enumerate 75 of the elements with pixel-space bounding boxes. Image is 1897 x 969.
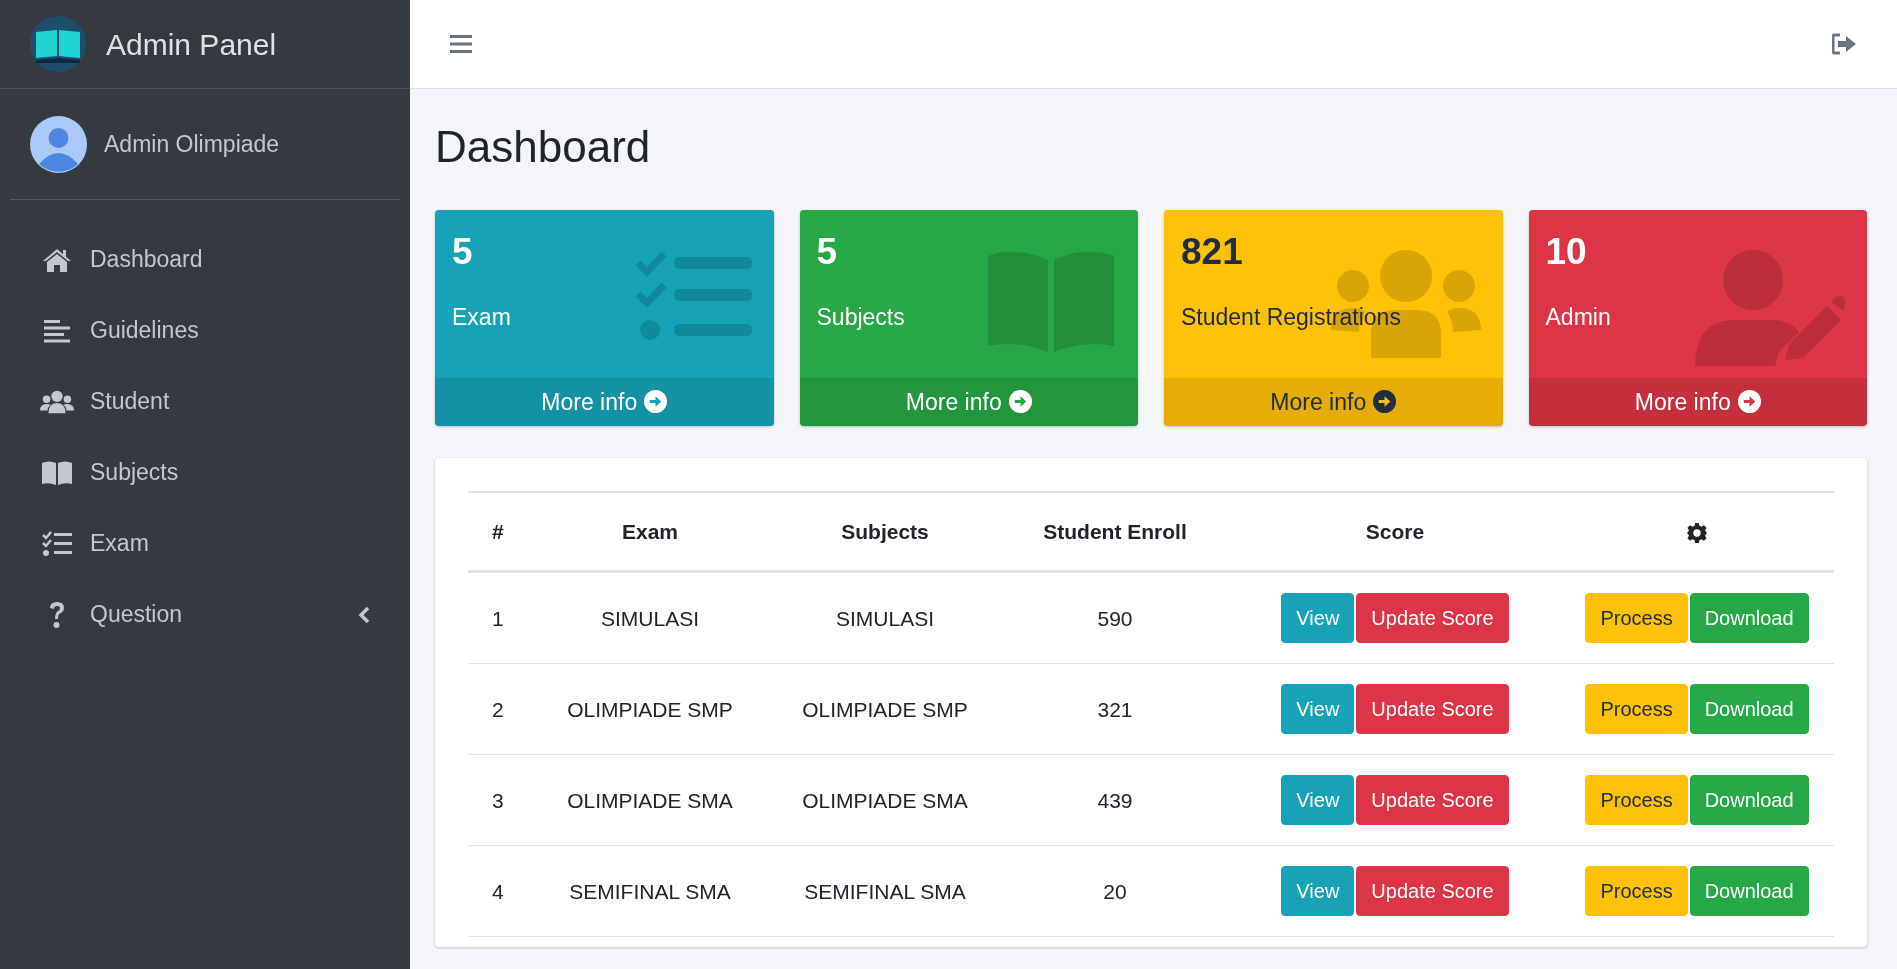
- stat-label: Student Registrations: [1181, 303, 1402, 333]
- column-header: Score: [1230, 491, 1560, 572]
- sidebar-item[interactable]: Guidelines: [10, 295, 400, 366]
- view-button[interactable]: View: [1281, 684, 1355, 735]
- menu-icon[interactable]: [450, 34, 472, 54]
- table-cell: OLIMPIADE SMA: [567, 788, 733, 812]
- sign-out-icon[interactable]: [1832, 33, 1857, 55]
- process-button[interactable]: Process: [1585, 775, 1688, 826]
- sidebar-item[interactable]: Subjects: [10, 437, 400, 508]
- stat-value: 5: [452, 229, 474, 274]
- stat-value: 821: [1181, 229, 1244, 274]
- download-button[interactable]: Download: [1689, 684, 1809, 735]
- process-button[interactable]: Process: [1585, 593, 1688, 644]
- user-name[interactable]: Admin Olimpiade: [104, 126, 280, 162]
- table-cell: 3: [492, 788, 504, 812]
- more-info-link[interactable]: More info: [1164, 377, 1503, 426]
- view-button[interactable]: View: [1281, 593, 1355, 644]
- update-score-button[interactable]: Update Score: [1356, 775, 1509, 826]
- download-button[interactable]: Download: [1689, 593, 1809, 644]
- table-cell: SEMIFINAL SMA: [569, 879, 731, 903]
- book-icon: [41, 459, 73, 486]
- download-button[interactable]: Download: [1689, 866, 1809, 917]
- table-cell: 439: [1097, 788, 1133, 812]
- table-cell: OLIMPIADE SMP: [567, 697, 733, 721]
- arrow-circle-right-icon: [1737, 390, 1761, 414]
- user-avatar: [30, 115, 87, 173]
- brand-title[interactable]: Admin Panel: [106, 21, 277, 67]
- process-button[interactable]: Process: [1585, 866, 1688, 917]
- sidebar-item[interactable]: Question: [10, 579, 400, 650]
- users-icon: [40, 388, 74, 415]
- download-button[interactable]: Download: [1689, 775, 1809, 826]
- stat-label: Admin: [1545, 303, 1612, 333]
- text-lines-icon: [44, 318, 70, 343]
- arrow-circle-right-icon: [644, 390, 668, 414]
- table-cell: 20: [1103, 879, 1127, 903]
- stat-value: 10: [1545, 229, 1588, 274]
- table-cell: OLIMPIADE SMA: [802, 788, 968, 812]
- user-pencil-icon: [1695, 247, 1845, 366]
- table-cell: SIMULASI: [836, 606, 934, 630]
- process-button[interactable]: Process: [1585, 684, 1688, 735]
- update-score-button[interactable]: Update Score: [1356, 684, 1509, 735]
- view-button[interactable]: View: [1281, 775, 1355, 826]
- sidebar-item[interactable]: Dashboard: [10, 224, 400, 295]
- table-cell: SEMIFINAL SMA: [804, 879, 966, 903]
- table-cell: 321: [1097, 697, 1133, 721]
- more-info-link[interactable]: More info: [799, 377, 1138, 426]
- question-icon: [47, 599, 67, 630]
- update-score-button[interactable]: Update Score: [1356, 593, 1509, 644]
- checklist-icon: [42, 530, 72, 557]
- table-cell: 2: [492, 697, 504, 721]
- book-logo-icon: [30, 16, 86, 72]
- column-header: Exam: [530, 491, 770, 572]
- sidebar-item[interactable]: Exam: [10, 508, 400, 579]
- table-cell: 1: [492, 606, 504, 630]
- column-header: Subjects: [770, 491, 1000, 572]
- home-icon: [42, 246, 72, 273]
- table-cell: SIMULASI: [601, 606, 699, 630]
- table-cell: 590: [1097, 606, 1133, 630]
- sidebar-item[interactable]: Student: [10, 366, 400, 437]
- more-info-link[interactable]: More info: [435, 377, 774, 426]
- column-header: Student Enroll: [1000, 491, 1230, 572]
- stat-label: Subjects: [816, 303, 906, 333]
- arrow-circle-right-icon: [1008, 390, 1032, 414]
- chevron-left-icon: [358, 605, 370, 624]
- column-header: #: [468, 491, 530, 572]
- arrow-circle-right-icon: [1373, 390, 1397, 414]
- update-score-button[interactable]: Update Score: [1356, 866, 1509, 917]
- view-button[interactable]: View: [1281, 866, 1355, 917]
- stat-label: Exam: [452, 303, 512, 333]
- page-title: Dashboard: [435, 121, 652, 173]
- more-info-link[interactable]: More info: [1528, 377, 1867, 426]
- table-cell: 4: [492, 879, 504, 903]
- table-cell: OLIMPIADE SMP: [802, 697, 968, 721]
- settings-icon[interactable]: [1686, 522, 1708, 545]
- stat-value: 5: [816, 229, 839, 274]
